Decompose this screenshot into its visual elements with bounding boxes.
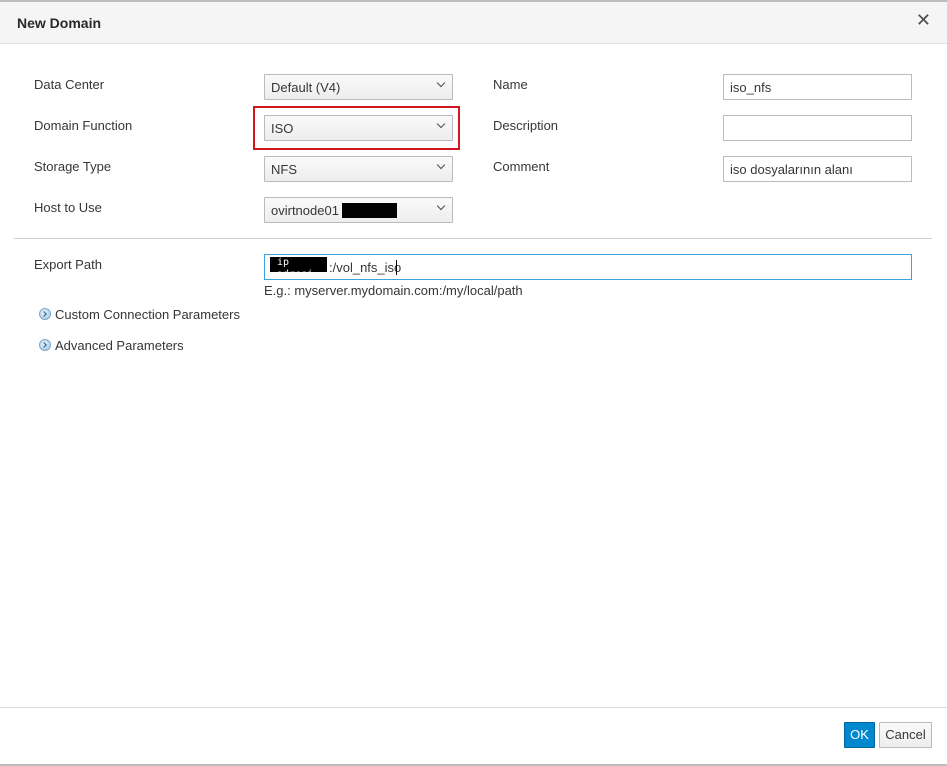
export-path-value: :/vol_nfs_iso	[329, 260, 402, 275]
export-path-label: Export Path	[34, 257, 102, 272]
text-caret	[396, 260, 397, 275]
data-center-select[interactable]: Default (V4)	[264, 74, 453, 100]
new-domain-dialog: New Domain ✕ Data Center Domain Function…	[0, 0, 947, 766]
chevron-down-icon	[436, 78, 446, 88]
storage-type-label: Storage Type	[34, 159, 112, 174]
host-to-use-select[interactable]: ovirtnode01	[264, 197, 453, 223]
data-center-value: Default (V4)	[271, 80, 341, 95]
host-to-use-label: Host to Use	[34, 200, 102, 215]
chevron-down-icon	[436, 160, 446, 170]
host-to-use-value: ovirtnode01	[271, 203, 339, 218]
chevron-down-icon	[436, 119, 446, 129]
description-label: Description	[493, 118, 559, 133]
section-divider	[14, 238, 932, 239]
storage-type-select[interactable]: NFS	[264, 156, 453, 182]
domain-function-label: Domain Function	[34, 118, 133, 133]
ok-button[interactable]: OK	[844, 722, 875, 748]
cancel-button[interactable]: Cancel	[879, 722, 932, 748]
domain-function-value: ISO	[271, 121, 294, 136]
comment-label: Comment	[493, 159, 550, 174]
dialog-header: New Domain ✕	[0, 2, 947, 44]
domain-function-select[interactable]: ISO	[264, 115, 453, 141]
close-icon[interactable]: ✕	[916, 11, 931, 29]
expander-label: Custom Connection Parameters	[55, 307, 240, 322]
redacted-ip-overlay: ip adresi	[270, 257, 327, 280]
custom-connection-parameters-expander[interactable]: Custom Connection Parameters	[39, 307, 240, 322]
export-path-input[interactable]: ip adresi :/vol_nfs_iso	[264, 254, 912, 280]
dialog-title: New Domain	[17, 15, 102, 31]
chevron-right-circle-icon	[39, 308, 51, 320]
export-path-hint: E.g.: myserver.mydomain.com:/my/local/pa…	[264, 283, 523, 298]
storage-type-value: NFS	[271, 162, 297, 177]
name-input[interactable]: iso_nfs	[723, 74, 912, 100]
chevron-down-icon	[436, 201, 446, 211]
advanced-parameters-expander[interactable]: Advanced Parameters	[39, 338, 184, 353]
description-input[interactable]	[723, 115, 912, 141]
expander-label: Advanced Parameters	[55, 338, 184, 353]
name-label: Name	[493, 77, 528, 92]
redacted-block	[342, 203, 397, 218]
data-center-label: Data Center	[34, 77, 105, 92]
comment-input[interactable]: iso dosyalarının alanı	[723, 156, 912, 182]
footer-divider	[0, 707, 947, 708]
chevron-right-circle-icon	[39, 339, 51, 351]
